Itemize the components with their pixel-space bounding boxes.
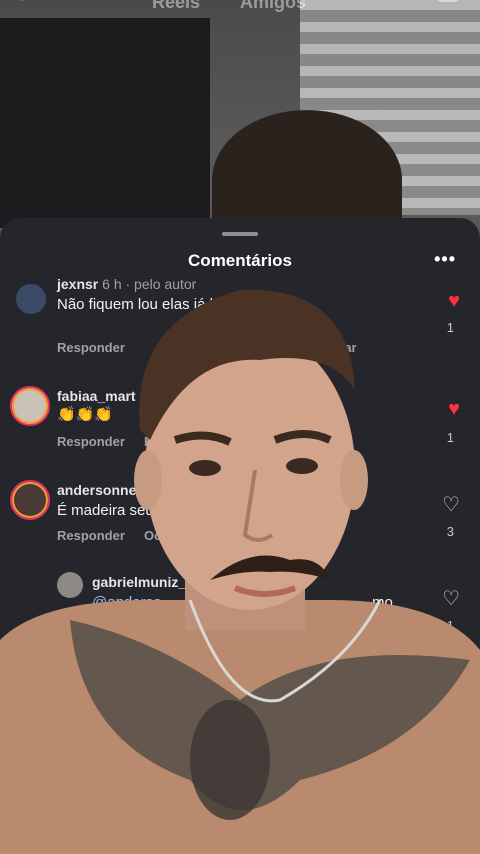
comment-meta: 6 h · pelo autor bbox=[102, 276, 197, 292]
avatar[interactable] bbox=[10, 480, 50, 520]
avatar[interactable] bbox=[16, 284, 46, 314]
like-count: 1 bbox=[446, 618, 454, 633]
comment-text: É madeira seu bbox=[57, 502, 154, 519]
sheet-grabber[interactable] bbox=[222, 232, 258, 236]
like-count: 3 bbox=[446, 524, 454, 539]
reply-button[interactable]: Responder bbox=[57, 340, 125, 355]
background-doorway bbox=[0, 18, 210, 228]
chevron-left-icon[interactable]: ‹ bbox=[18, 0, 24, 7]
comment-action[interactable]: tar bbox=[340, 340, 357, 355]
camera-icon[interactable] bbox=[436, 0, 460, 2]
like-count: 1 bbox=[446, 320, 454, 335]
heart-icon[interactable]: ♥ bbox=[448, 398, 460, 421]
comment-text: 👏👏👏 bbox=[57, 406, 114, 423]
more-dots-icon[interactable]: ••• bbox=[434, 249, 456, 270]
sheet-title: Comentários bbox=[188, 251, 292, 270]
avatar[interactable] bbox=[57, 572, 83, 598]
comment-action[interactable]: Ocu bbox=[144, 528, 169, 543]
comment-text-tail: mo bbox=[372, 594, 393, 611]
like-count: 1 bbox=[446, 430, 454, 445]
mention-link[interactable]: @anderso bbox=[92, 594, 161, 611]
avatar[interactable] bbox=[10, 386, 50, 426]
heart-icon[interactable]: ♥ bbox=[448, 290, 460, 313]
comment-text: Não fiquem lou elas já levaram reis a bbox=[57, 296, 304, 313]
heart-icon[interactable]: ♡ bbox=[442, 492, 460, 517]
tab-friends[interactable]: Amigos bbox=[240, 0, 306, 13]
heart-icon[interactable]: ♡ bbox=[442, 586, 460, 611]
reply-button[interactable]: Responder bbox=[57, 528, 125, 543]
comment-username[interactable]: fabiaa_mart bbox=[57, 388, 136, 404]
comment-action[interactable]: R bbox=[144, 434, 153, 449]
comments-sheet: Comentários ••• jexnsr 6 h · pelo autor … bbox=[0, 218, 480, 854]
tab-reels[interactable]: Reels bbox=[152, 0, 200, 13]
reply-button[interactable]: Responder bbox=[57, 434, 125, 449]
comment-username[interactable]: gabrielmuniz_ bbox=[92, 574, 186, 590]
comment-username[interactable]: andersonneiff bbox=[57, 482, 150, 498]
comment-text: @anderso bbox=[92, 592, 161, 613]
reels-top-tabs: ‹ Reels Amigos bbox=[0, 0, 480, 22]
comment-username[interactable]: jexnsr 6 h · pelo autor bbox=[57, 276, 196, 292]
